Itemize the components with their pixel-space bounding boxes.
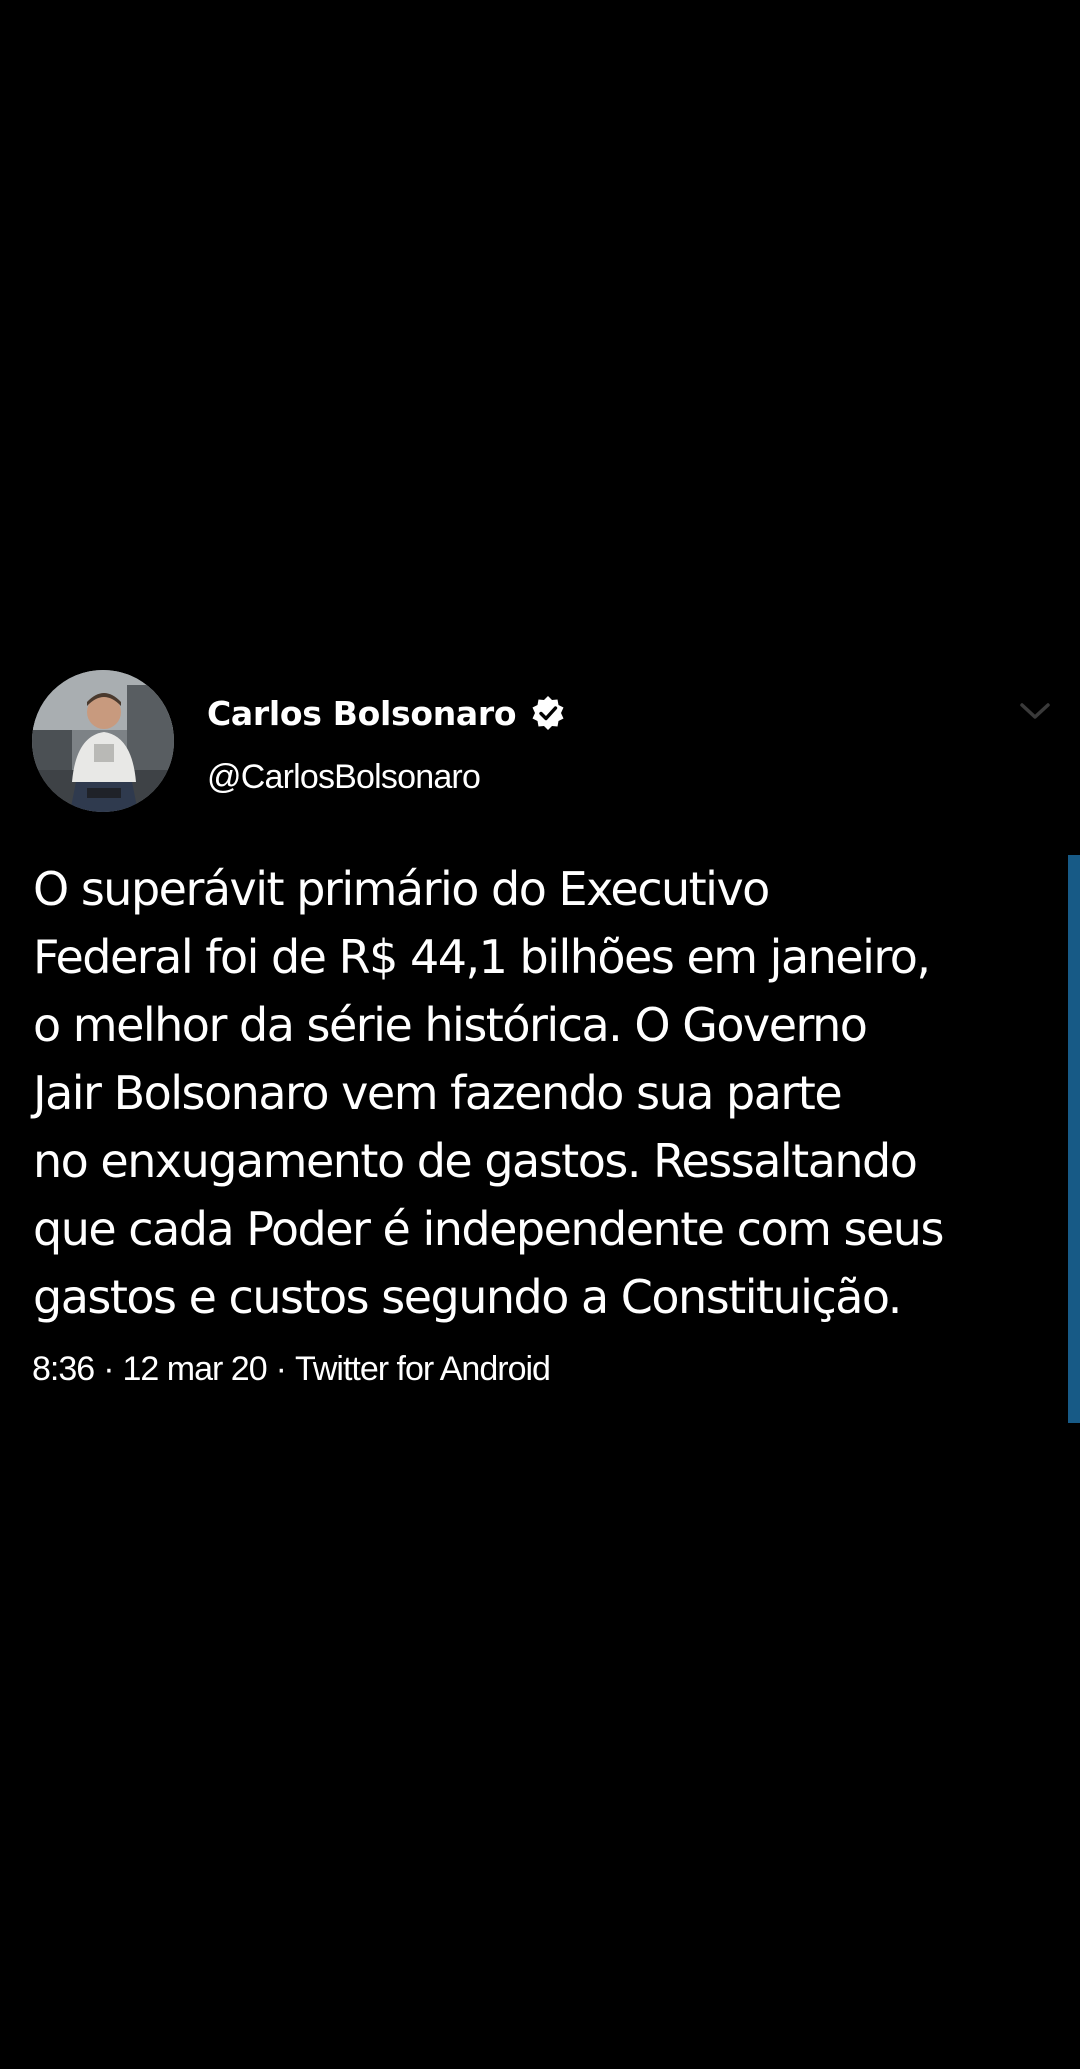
chevron-down-icon[interactable] [1018,698,1052,724]
scrollbar[interactable] [1068,855,1080,1423]
avatar[interactable] [32,670,174,812]
tweet-date[interactable]: 12 mar 20 [123,1350,268,1388]
tweet-source[interactable]: Twitter for Android [295,1350,551,1388]
tweet-text-line: O superávit primário do Executivo [33,862,770,916]
avatar-photo [32,670,174,812]
meta-separator: · [275,1350,287,1388]
meta-separator: · [103,1350,114,1388]
tweet-text-line: Federal foi de R$ 44,1 bilhões em janeir… [33,930,931,984]
tweet-text-line: Jair Bolsonaro vem fazendo sua parte [33,1066,843,1120]
tweet: Carlos Bolsonaro @CarlosBolsonaro O supe… [0,670,1080,1430]
tweet-text-line: no enxugamento de gastos. Ressaltando [33,1134,918,1188]
author-handle[interactable]: @CarlosBolsonaro [207,758,481,797]
display-name[interactable]: Carlos Bolsonaro [207,694,517,733]
tweet-text: O superávit primário do Executivo Federa… [33,855,1053,1331]
verified-badge-icon [530,695,566,731]
tweet-text-line: gastos e custos segundo a Constituição. [33,1270,902,1324]
tweet-meta: 8:36 · 12 mar 20 · Twitter for Android [32,1350,551,1389]
tweet-text-line: o melhor da série histórica. O Governo [33,998,868,1052]
author-name-row[interactable]: Carlos Bolsonaro [207,690,566,736]
tweet-text-line: que cada Poder é independente com seus [33,1202,944,1256]
tweet-time: 8:36 [32,1350,95,1388]
